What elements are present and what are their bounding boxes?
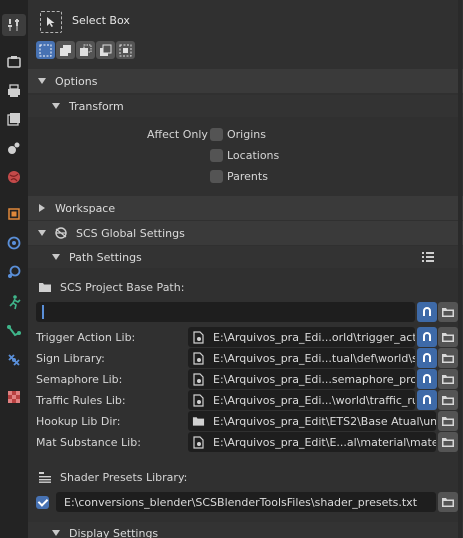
chevron-down-icon — [52, 103, 60, 109]
text-file-icon — [38, 471, 52, 486]
output-tab-icon[interactable] — [2, 80, 26, 102]
project-base-path-label: SCS Project Base Path: — [60, 281, 185, 294]
transform-subpanel-header[interactable]: Transform — [28, 95, 463, 117]
modifier-tab-icon[interactable] — [2, 232, 26, 254]
chevron-down-icon — [52, 254, 60, 260]
mode-invert-button[interactable] — [96, 41, 115, 59]
properties-editor: Select Box Options Transform Affect Only… — [28, 0, 463, 538]
chevron-down-icon — [38, 78, 46, 84]
library-row-label: Trigger Action Lib: — [36, 331, 136, 344]
file-gear-icon — [192, 435, 205, 449]
tool-settings-tab-icon[interactable] — [2, 14, 26, 36]
constraints-tab-icon[interactable] — [2, 320, 26, 342]
world-tab-icon[interactable] — [2, 166, 26, 188]
browse-folder-icon[interactable] — [438, 432, 458, 452]
path-mode-magnet-icon[interactable] — [417, 302, 437, 322]
select-box-tool-icon[interactable] — [40, 11, 62, 33]
tool-name: Select Box — [72, 14, 130, 27]
shader-presets-path-input[interactable]: E:\conversions_blender\SCSBlenderToolsFi… — [56, 492, 436, 512]
project-base-path-input[interactable] — [36, 302, 415, 322]
browse-folder-icon[interactable] — [438, 302, 458, 322]
path-mode-magnet-icon[interactable] — [417, 348, 437, 368]
shader-presets-checkbox[interactable] — [36, 496, 49, 509]
browse-folder-icon[interactable] — [438, 348, 458, 368]
particles-tab-icon[interactable] — [2, 261, 26, 283]
chevron-down-icon — [38, 230, 46, 236]
scs-globe-icon — [55, 227, 67, 239]
file-gear-icon — [192, 330, 205, 344]
parents-checkbox[interactable] — [210, 170, 223, 183]
file-gear-icon — [192, 372, 205, 386]
affect-only-label: Affect Only — [147, 128, 208, 141]
folder-icon — [192, 415, 205, 427]
workspace-panel-header[interactable]: Workspace — [28, 196, 463, 220]
render-tab-icon[interactable] — [2, 51, 26, 73]
browse-folder-icon[interactable] — [438, 390, 458, 410]
parents-label: Parents — [227, 170, 268, 183]
path-mode-magnet-icon[interactable] — [417, 390, 437, 410]
library-path-input[interactable]: E:\Arquivos_pra_Edi...semaphore_profile.… — [188, 369, 415, 389]
mode-extend-button[interactable] — [56, 41, 75, 59]
chevron-down-icon — [52, 530, 60, 536]
browse-folder-icon[interactable] — [438, 492, 458, 512]
object-tab-icon[interactable] — [2, 203, 26, 225]
locations-checkbox[interactable] — [210, 149, 223, 162]
file-gear-icon — [192, 351, 205, 365]
library-path-input[interactable]: E:\Arquivos_pra_Edi...\world\traffic_rul… — [188, 390, 415, 410]
library-row-label: Mat Substance Lib: — [36, 436, 141, 449]
path-settings-subpanel-header[interactable]: Path Settings — [28, 246, 463, 268]
chevron-right-icon — [39, 204, 45, 212]
library-path-input[interactable]: E:\Arquivos_pra_Edit\ETS2\Base Atual\uni… — [188, 411, 436, 431]
browse-folder-icon[interactable] — [438, 369, 458, 389]
library-path-input[interactable]: E:\Arquivos_pra_Edi...orld\trigger_actio… — [188, 327, 415, 347]
physics-tab-icon[interactable] — [2, 291, 26, 313]
folder-icon — [38, 281, 52, 296]
mode-intersect-button[interactable] — [116, 41, 135, 59]
material-tab-icon[interactable] — [2, 386, 26, 408]
list-menu-icon[interactable] — [421, 250, 435, 267]
shader-presets-label: Shader Presets Library: — [60, 471, 188, 484]
browse-folder-icon[interactable] — [438, 327, 458, 347]
mode-new-button[interactable] — [36, 41, 55, 59]
library-row-label: Semaphore Lib: — [36, 373, 123, 386]
path-mode-magnet-icon[interactable] — [417, 369, 437, 389]
locations-label: Locations — [227, 149, 280, 162]
browse-folder-icon[interactable] — [438, 411, 458, 431]
mode-subtract-button[interactable] — [76, 41, 95, 59]
origins-label: Origins — [227, 128, 266, 141]
path-mode-magnet-icon[interactable] — [417, 327, 437, 347]
file-gear-icon — [192, 393, 205, 407]
properties-tab-column — [0, 0, 28, 538]
scrollbar[interactable] — [458, 0, 462, 538]
library-path-input[interactable]: E:\Arquivos_pra_Edi...tual\def\world\sig… — [188, 348, 415, 368]
scs-global-settings-panel-header[interactable]: SCS Global Settings — [28, 221, 463, 245]
object-data-tab-icon[interactable] — [2, 349, 26, 371]
display-settings-subpanel-header[interactable]: Display Settings — [28, 522, 463, 538]
library-path-input[interactable]: E:\Arquivos_pra_Edit\E...al\material\mat… — [188, 432, 436, 452]
origins-checkbox[interactable] — [210, 128, 223, 141]
options-panel-header[interactable]: Options — [28, 69, 463, 93]
library-row-label: Traffic Rules Lib: — [36, 394, 126, 407]
text-cursor — [42, 305, 44, 319]
scene-tab-icon[interactable] — [2, 137, 26, 159]
library-row-label: Sign Library: — [36, 352, 105, 365]
view-layer-tab-icon[interactable] — [2, 108, 26, 130]
library-row-label: Hookup Lib Dir: — [36, 415, 121, 428]
